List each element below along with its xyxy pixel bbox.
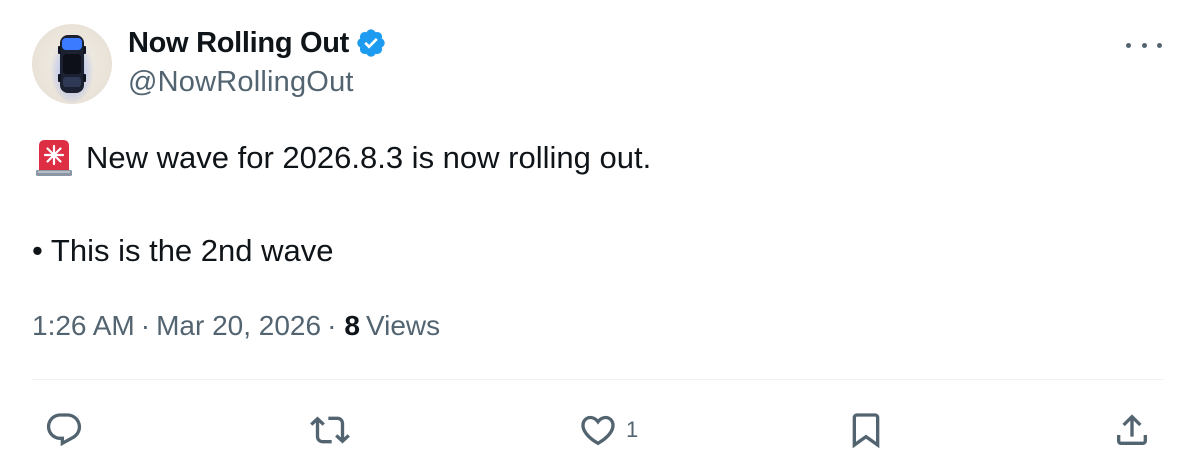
verified-badge-icon[interactable]	[355, 27, 387, 59]
tweet-meta: 1:26 AM · Mar 20, 2026 · 8 Views	[32, 310, 440, 342]
tweet-text: New wave for 2026.8.3 is now rolling out…	[86, 140, 652, 175]
rotating-light-icon	[32, 138, 76, 178]
tweet-time[interactable]: 1:26 AM	[32, 310, 135, 342]
author-handle[interactable]: @NowRollingOut	[128, 66, 354, 99]
car-top-view-icon	[50, 34, 94, 102]
bookmark-button[interactable]	[846, 408, 886, 452]
tweet-text-line-2: • This is the 2nd wave	[32, 233, 334, 269]
tweet-text-line-1: New wave for 2026.8.3 is now rolling out…	[32, 138, 651, 178]
like-count: 1	[626, 417, 639, 442]
meta-separator: ·	[140, 310, 151, 341]
tweet-date[interactable]: Mar 20, 2026	[156, 310, 321, 342]
views-count: 8	[344, 310, 360, 341]
share-button[interactable]	[1112, 408, 1152, 452]
author-name-row: Now Rolling Out	[128, 26, 387, 60]
tweet-text: • This is the 2nd wave	[32, 233, 334, 268]
more-options-icon[interactable]	[1126, 30, 1162, 60]
more-dot	[1157, 42, 1162, 48]
bookmark-icon	[852, 413, 880, 449]
share-icon	[1117, 414, 1147, 445]
meta-separator: ·	[327, 310, 337, 341]
divider	[32, 379, 1164, 380]
avatar[interactable]	[32, 24, 112, 104]
author-display-name[interactable]: Now Rolling Out	[128, 27, 349, 60]
reply-icon	[46, 413, 82, 447]
retweet-icon	[310, 416, 350, 444]
like-button[interactable]: 1	[578, 408, 638, 452]
more-dot	[1141, 42, 1147, 48]
retweet-button[interactable]	[310, 408, 350, 452]
reply-button[interactable]	[44, 408, 84, 452]
heart-icon	[581, 415, 615, 446]
views-label: Views	[365, 310, 441, 341]
more-dot	[1126, 42, 1131, 48]
tweet-card: Now Rolling Out @NowRollingOut New wave …	[0, 0, 1196, 476]
